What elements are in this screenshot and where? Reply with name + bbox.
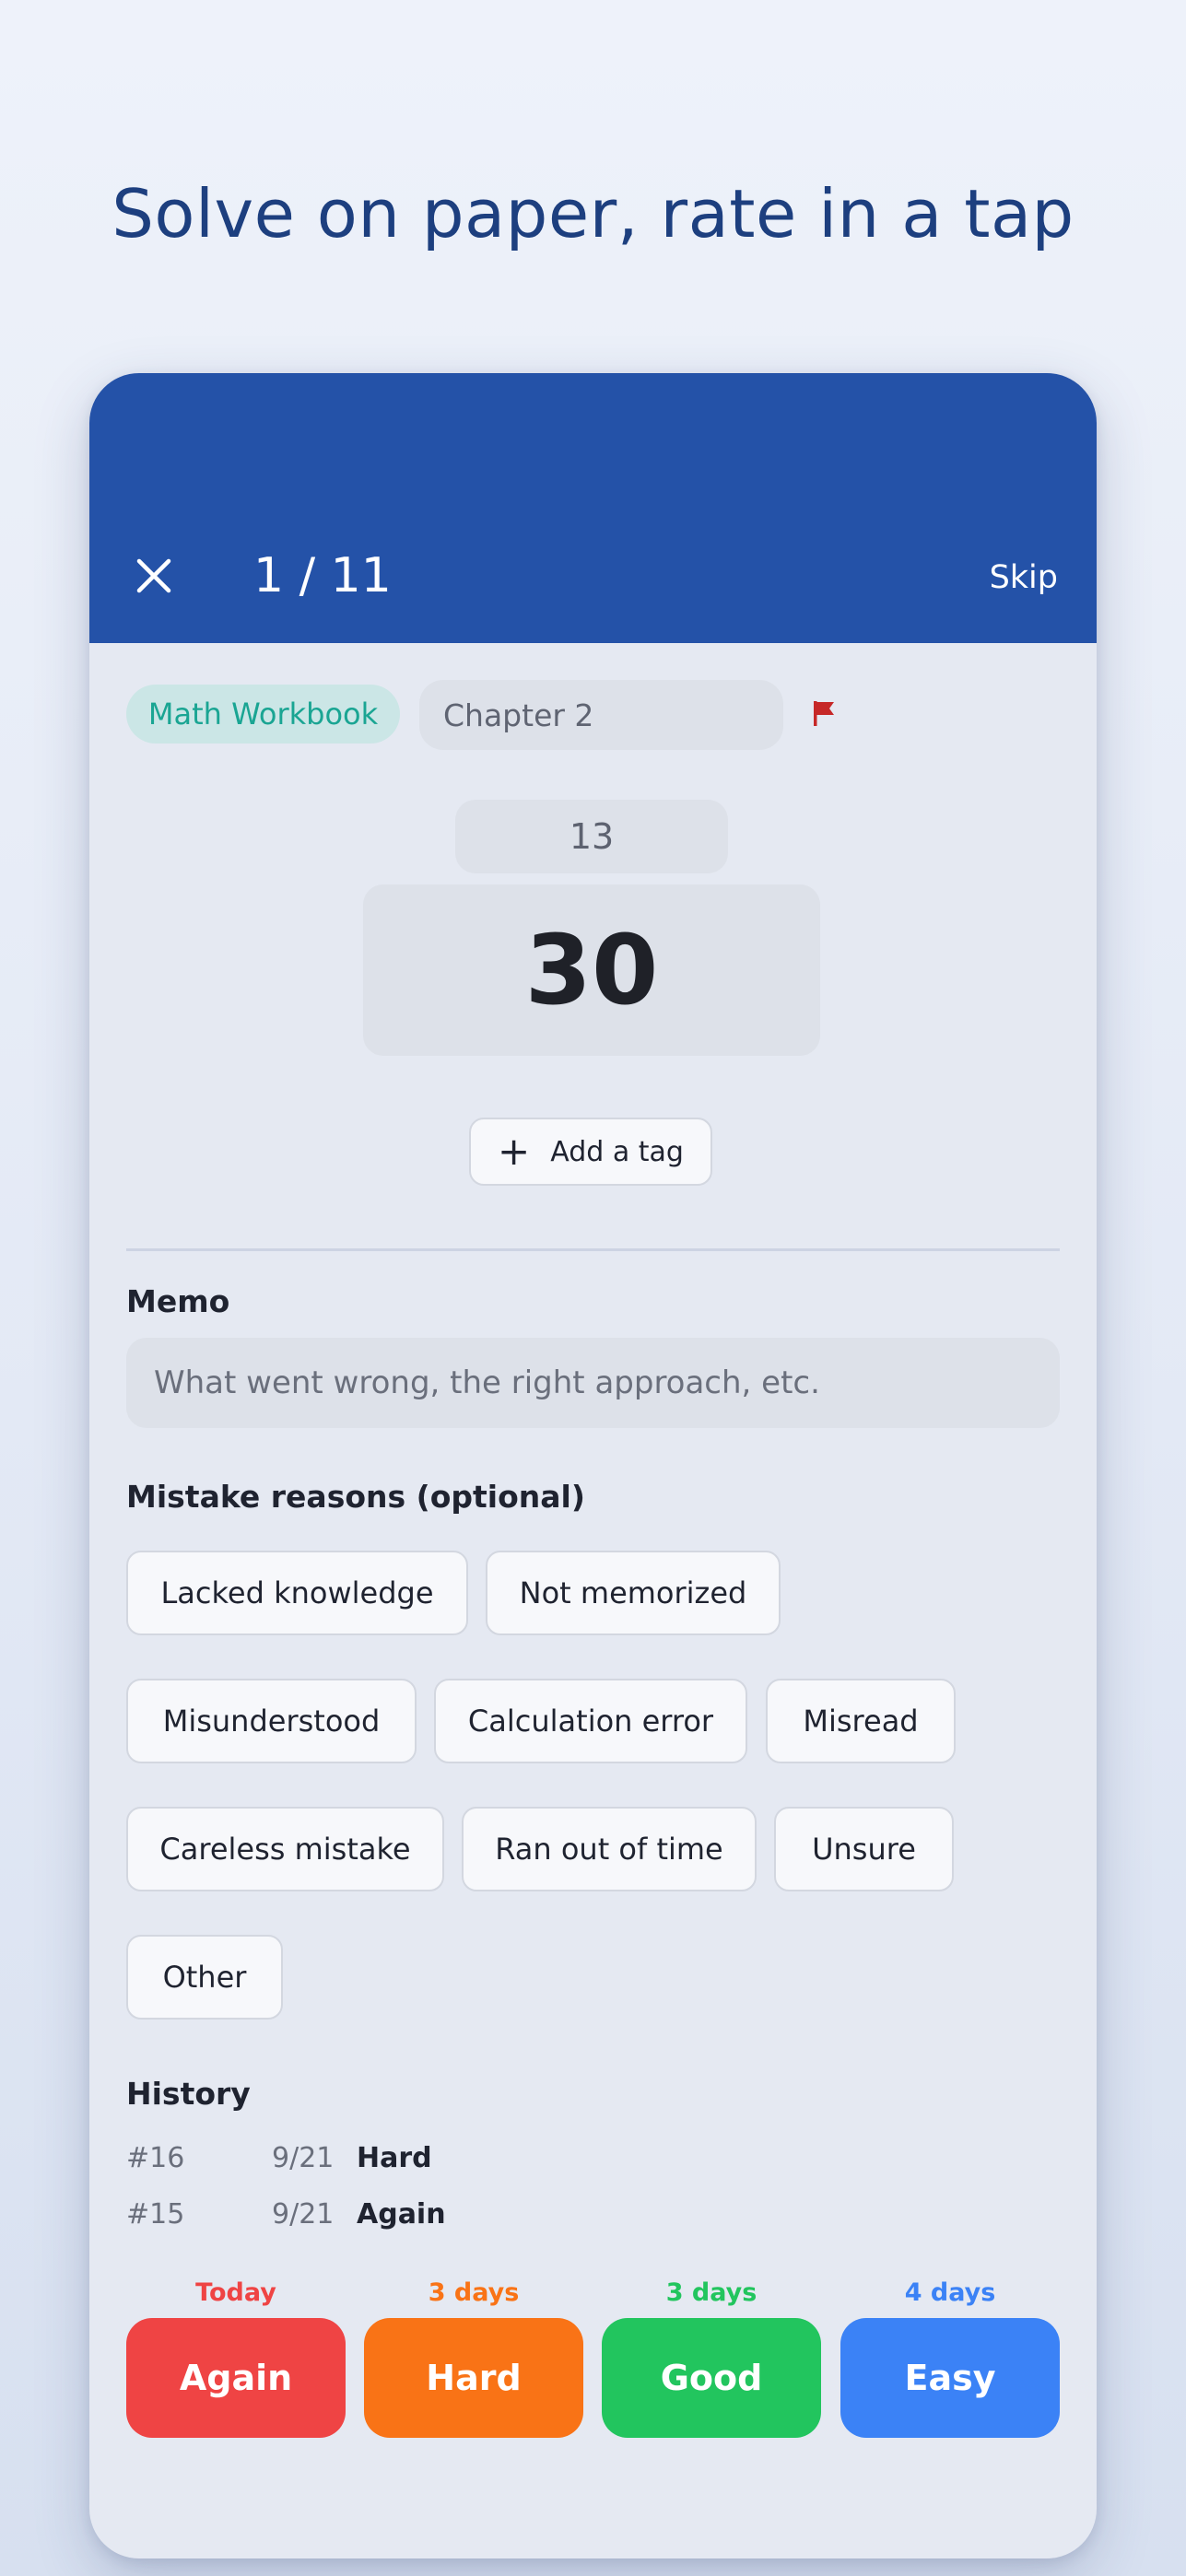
answer-value: 30 xyxy=(363,884,820,1056)
memo-label: Memo xyxy=(126,1283,230,1319)
close-button[interactable] xyxy=(134,556,174,596)
chapter-field[interactable]: Chapter 2 xyxy=(419,680,783,750)
reason-chip-lacked-knowledge[interactable]: Lacked knowledge xyxy=(126,1551,468,1635)
history-number: #15 xyxy=(126,2198,185,2231)
mistake-reasons-label: Mistake reasons (optional) xyxy=(126,1479,585,1515)
again-button[interactable]: Again xyxy=(126,2318,346,2438)
add-tag-label: Add a tag xyxy=(550,1135,684,1168)
close-icon xyxy=(136,558,171,593)
headline: Solve on paper, rate in a tap xyxy=(112,175,1074,252)
rating-hard: 3 days Hard xyxy=(364,2278,583,2438)
again-interval: Today xyxy=(195,2278,276,2307)
rating-easy: 4 days Easy xyxy=(840,2278,1060,2438)
good-button[interactable]: Good xyxy=(602,2318,821,2438)
reason-chip-misread[interactable]: Misread xyxy=(766,1679,956,1763)
skip-button[interactable]: Skip xyxy=(990,559,1058,596)
reason-chip-careless-mistake[interactable]: Careless mistake xyxy=(126,1807,444,1891)
progress-counter: 1 / 11 xyxy=(253,548,392,603)
history-rating: Again xyxy=(357,2198,446,2231)
good-interval: 3 days xyxy=(665,2278,757,2307)
history-date: 9/21 xyxy=(272,2142,335,2174)
easy-interval: 4 days xyxy=(904,2278,996,2307)
reason-chip-ran-out-of-time[interactable]: Ran out of time xyxy=(462,1807,757,1891)
rating-again: Today Again xyxy=(126,2278,346,2438)
question-number: 13 xyxy=(455,800,728,873)
hard-button[interactable]: Hard xyxy=(364,2318,583,2438)
hard-interval: 3 days xyxy=(428,2278,520,2307)
deck-chip[interactable]: Math Workbook xyxy=(126,685,400,744)
flag-button[interactable] xyxy=(808,697,840,729)
reason-chip-not-memorized[interactable]: Not memorized xyxy=(486,1551,781,1635)
history-rating: Hard xyxy=(357,2142,432,2174)
memo-input[interactable] xyxy=(126,1338,1060,1428)
history-label: History xyxy=(126,2076,251,2112)
rating-good: 3 days Good xyxy=(602,2278,821,2438)
reason-chip-other[interactable]: Other xyxy=(126,1935,283,2020)
add-tag-button[interactable]: + Add a tag xyxy=(469,1118,712,1186)
plus-icon: + xyxy=(498,1129,531,1174)
reason-chip-calculation-error[interactable]: Calculation error xyxy=(434,1679,747,1763)
app-bar: 1 / 11 Skip xyxy=(89,373,1097,643)
phone-screen: 1 / 11 Skip Math Workbook Chapter 2 13 3… xyxy=(89,373,1097,2558)
flag-icon xyxy=(814,701,834,726)
reason-chip-unsure[interactable]: Unsure xyxy=(774,1807,954,1891)
divider xyxy=(126,1248,1060,1251)
history-row: #15 9/21 Again xyxy=(126,2198,679,2235)
easy-button[interactable]: Easy xyxy=(840,2318,1060,2438)
history-number: #16 xyxy=(126,2142,185,2174)
card-meta-row: Math Workbook Chapter 2 xyxy=(126,680,1060,750)
reason-chip-misunderstood[interactable]: Misunderstood xyxy=(126,1679,417,1763)
history-date: 9/21 xyxy=(272,2198,335,2231)
history-row: #16 9/21 Hard xyxy=(126,2142,679,2179)
